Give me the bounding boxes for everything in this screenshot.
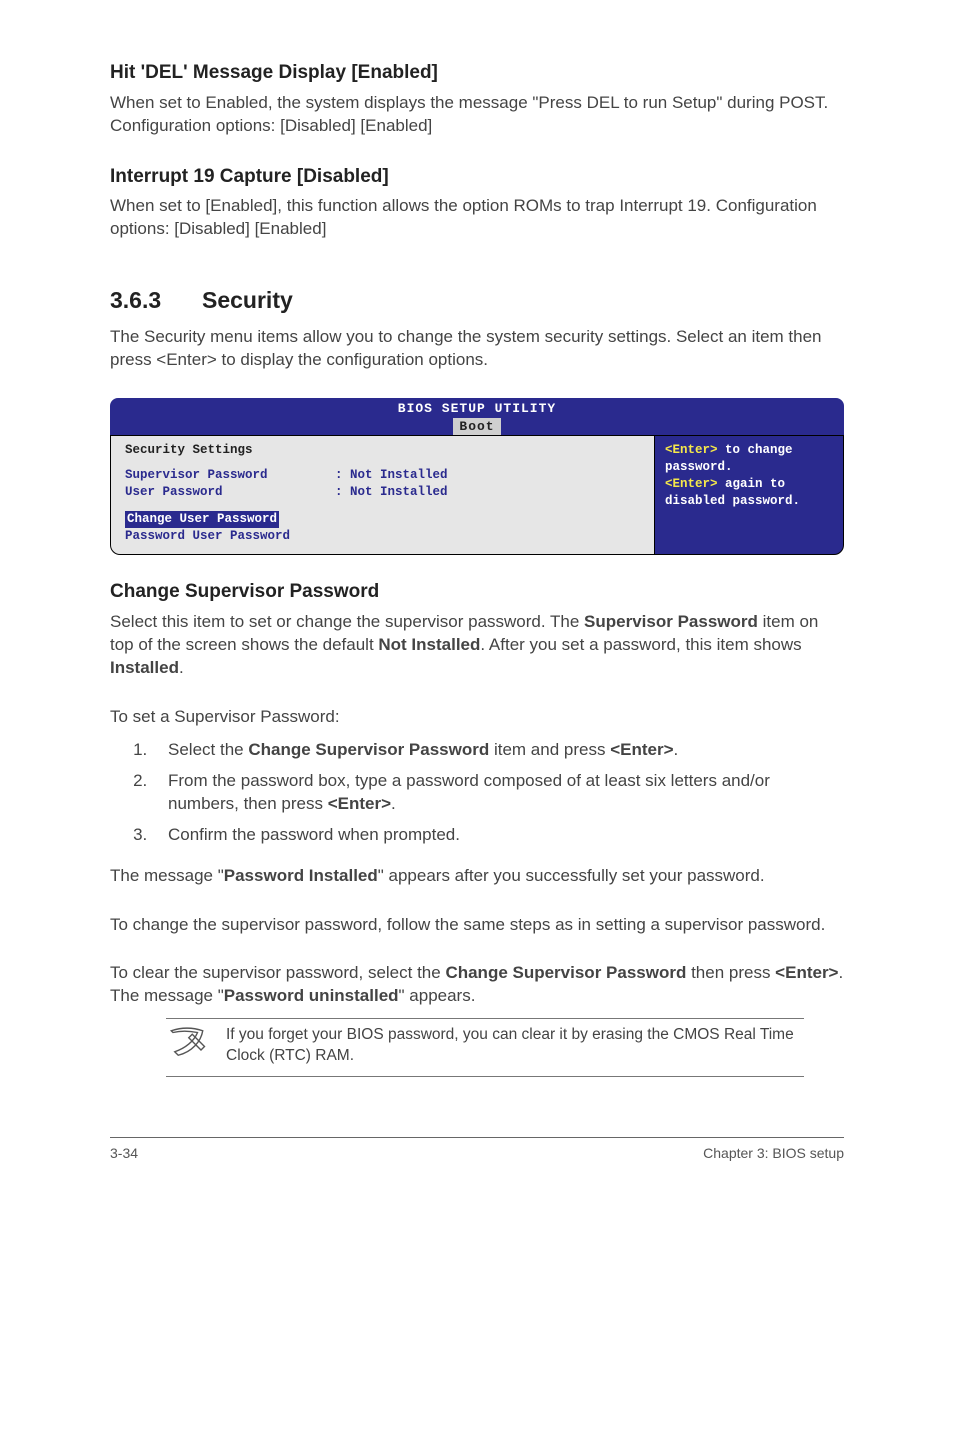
- paragraph-change-supervisor: Select this item to set or change the su…: [110, 611, 844, 680]
- bios-panel-title: Security Settings: [125, 442, 640, 459]
- bios-row-value: : Not Installed: [335, 484, 448, 501]
- bios-help-key: <Enter>: [665, 477, 718, 491]
- text-fragment: Select the: [168, 740, 248, 759]
- text-fragment: .: [179, 658, 184, 677]
- text-bold: Password Installed: [224, 866, 378, 885]
- paragraph-change-same-steps: To change the supervisor password, follo…: [110, 914, 844, 937]
- bios-help-text: to change: [718, 443, 793, 457]
- text-fragment: " appears after you successfully set you…: [378, 866, 765, 885]
- step-item: Select the Change Supervisor Password it…: [152, 739, 844, 762]
- bios-row-value: : Not Installed: [335, 467, 448, 484]
- bios-header: BIOS SETUP UTILITY Boot: [110, 398, 844, 435]
- bios-help-key: <Enter>: [665, 443, 718, 457]
- text-fragment: then press: [686, 963, 775, 982]
- text-bold: Change Supervisor Password: [248, 740, 489, 759]
- bios-header-title: BIOS SETUP UTILITY: [398, 401, 556, 416]
- bios-screenshot: BIOS SETUP UTILITY Boot Security Setting…: [110, 398, 844, 555]
- text-fragment: To clear the supervisor password, select…: [110, 963, 445, 982]
- step-item: From the password box, type a password c…: [152, 770, 844, 816]
- heading-interrupt19: Interrupt 19 Capture [Disabled]: [110, 164, 844, 190]
- bios-row-label: Supervisor Password: [125, 467, 335, 484]
- step-item: Confirm the password when prompted.: [152, 824, 844, 847]
- bios-help-panel: <Enter> to change password. <Enter> agai…: [654, 435, 844, 555]
- text-bold: Password uninstalled: [224, 986, 399, 1005]
- page-footer: 3-34 Chapter 3: BIOS setup: [110, 1137, 844, 1163]
- bios-selected-item: Change User Password: [125, 511, 279, 528]
- bios-row-label: User Password: [125, 484, 335, 501]
- text-fragment: " appears.: [399, 986, 476, 1005]
- text-fragment: item and press: [489, 740, 610, 759]
- text-bold: <Enter>: [775, 963, 838, 982]
- text-fragment: . After you set a password, this item sh…: [480, 635, 801, 654]
- paragraph-interrupt19: When set to [Enabled], this function all…: [110, 195, 844, 241]
- steps-list: Select the Change Supervisor Password it…: [110, 739, 844, 847]
- bios-help-text: again to: [718, 477, 786, 491]
- heading-security: 3.6.3Security: [110, 285, 844, 316]
- note-box: If you forget your BIOS password, you ca…: [166, 1018, 804, 1077]
- chapter-label: Chapter 3: BIOS setup: [703, 1144, 844, 1163]
- bios-left-panel: Security Settings Supervisor Password : …: [110, 435, 654, 555]
- paragraph-to-set: To set a Supervisor Password:: [110, 706, 844, 729]
- heading-title: Security: [202, 287, 293, 313]
- bios-row-supervisor: Supervisor Password : Not Installed: [125, 467, 640, 484]
- text-bold: Installed: [110, 658, 179, 677]
- heading-hit-del: Hit 'DEL' Message Display [Enabled]: [110, 60, 844, 86]
- page-number: 3-34: [110, 1144, 138, 1163]
- paragraph-hit-del: When set to Enabled, the system displays…: [110, 92, 844, 138]
- bios-row-user: User Password : Not Installed: [125, 484, 640, 501]
- bios-below-selected: Password User Password: [125, 529, 290, 543]
- heading-change-supervisor: Change Supervisor Password: [110, 579, 844, 605]
- heading-number: 3.6.3: [110, 285, 202, 316]
- text-bold: Supervisor Password: [584, 612, 758, 631]
- text-fragment: From the password box, type a password c…: [168, 771, 770, 813]
- pencil-icon: [166, 1025, 208, 1068]
- text-bold: <Enter>: [328, 794, 391, 813]
- text-fragment: The message ": [110, 866, 224, 885]
- text-bold: Change Supervisor Password: [445, 963, 686, 982]
- bios-help-text: disabled password.: [665, 493, 833, 510]
- text-bold: Not Installed: [378, 635, 480, 654]
- paragraph-clear-password: To clear the supervisor password, select…: [110, 962, 844, 1008]
- text-fragment: .: [674, 740, 679, 759]
- note-text: If you forget your BIOS password, you ca…: [226, 1025, 804, 1067]
- text-fragment: Select this item to set or change the su…: [110, 612, 584, 631]
- paragraph-security-intro: The Security menu items allow you to cha…: [110, 326, 844, 372]
- text-fragment: .: [391, 794, 396, 813]
- bios-tab-boot: Boot: [453, 418, 500, 436]
- paragraph-password-installed: The message "Password Installed" appears…: [110, 865, 844, 888]
- bios-help-text: password.: [665, 459, 833, 476]
- text-bold: <Enter>: [610, 740, 673, 759]
